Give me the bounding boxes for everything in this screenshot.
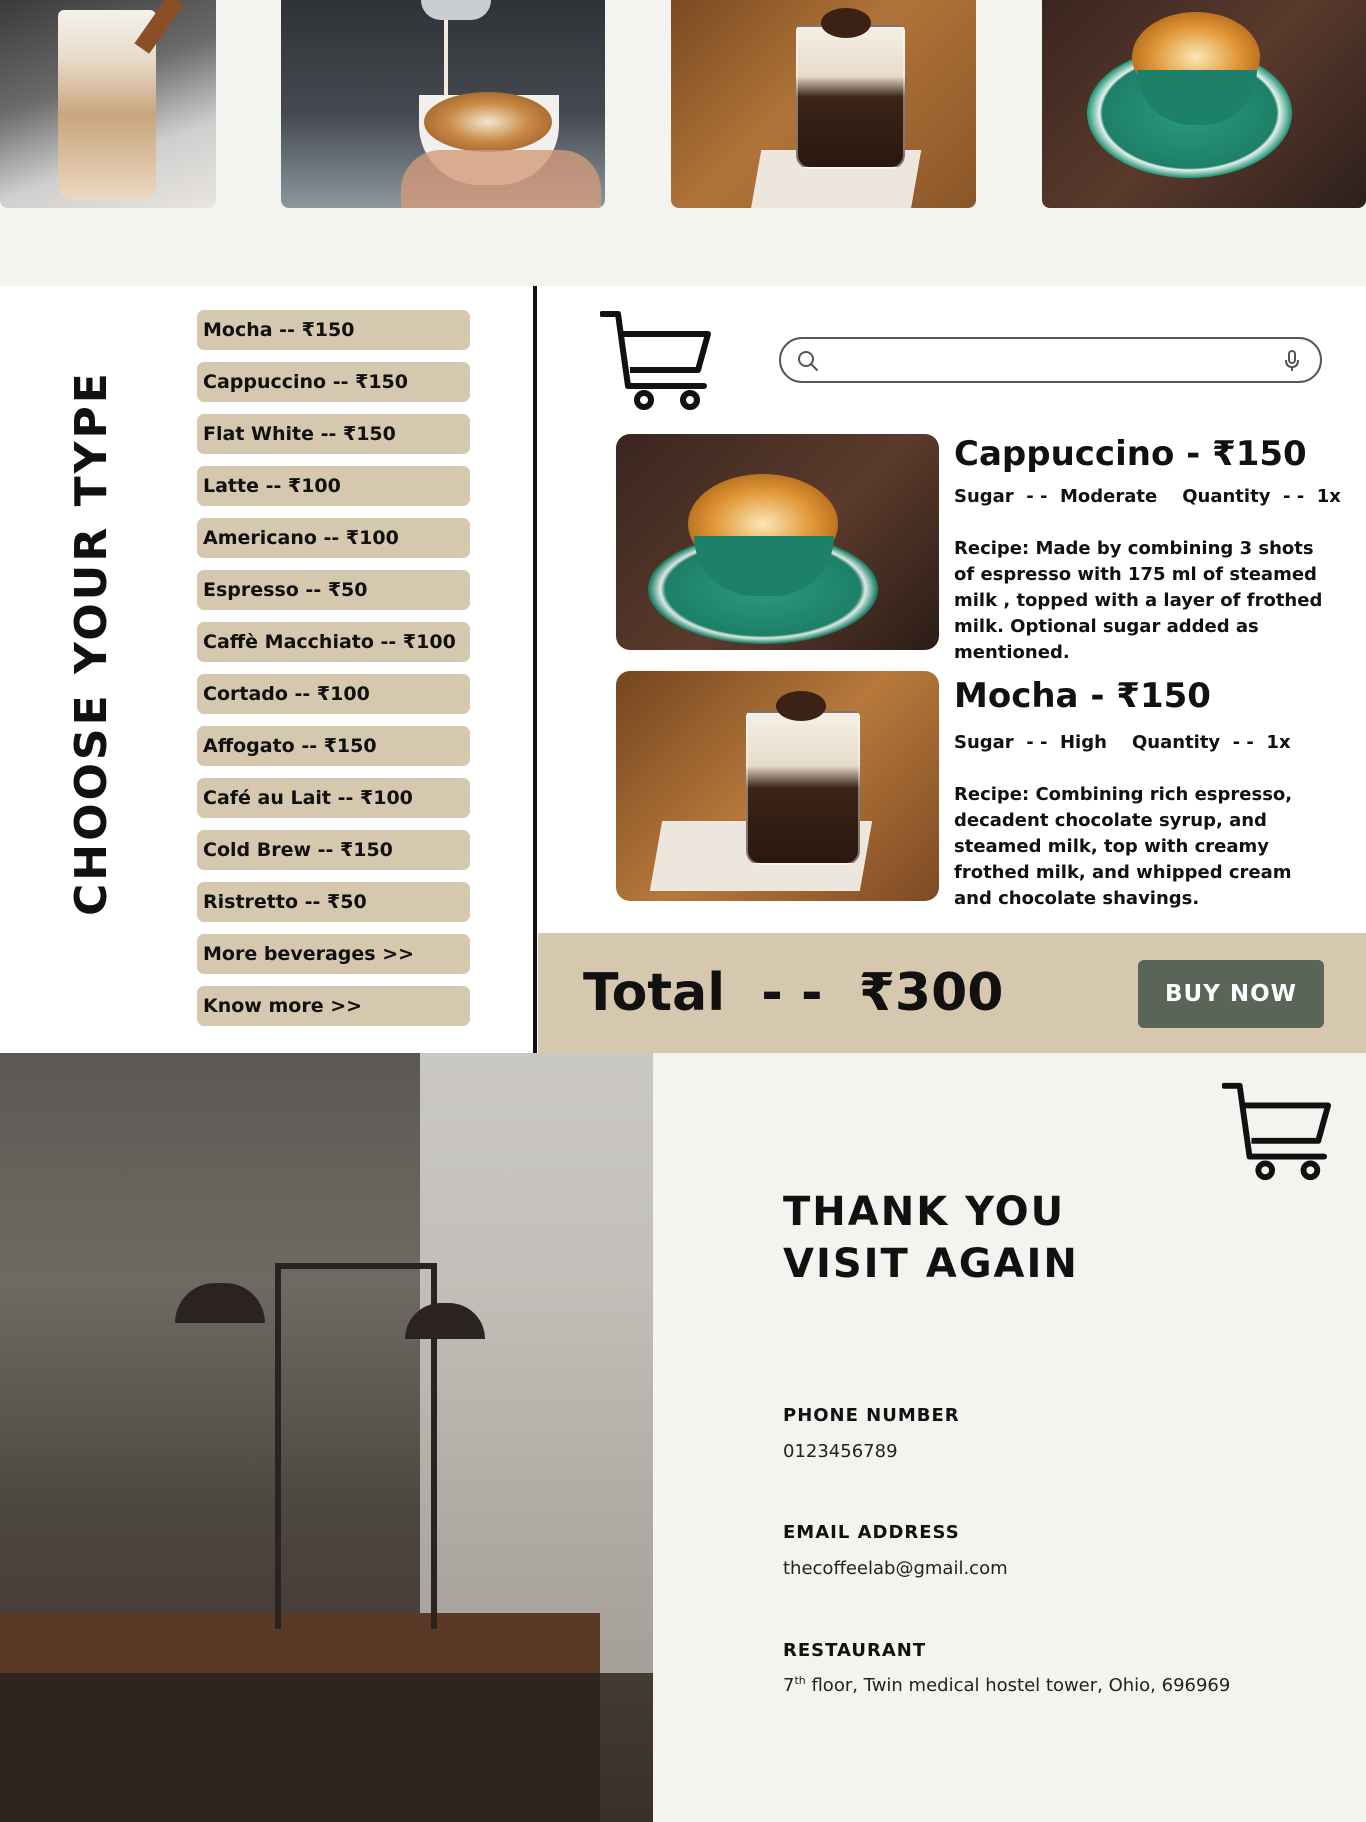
menu-item-flat-white[interactable]: Flat White -- ₹150	[197, 414, 470, 454]
menu-item-affogato[interactable]: Affogato -- ₹150	[197, 726, 470, 766]
menu-item-cafe-au-lait[interactable]: Café au Lait -- ₹100	[197, 778, 470, 818]
restaurant-label: RESTAURANT	[783, 1640, 927, 1661]
search-bar	[779, 337, 1322, 383]
menu-item-mocha[interactable]: Mocha -- ₹150	[197, 310, 470, 350]
menu-item-cappuccino[interactable]: Cappuccino -- ₹150	[197, 362, 470, 402]
mocha-photo	[671, 0, 976, 208]
menu-item-espresso[interactable]: Espresso -- ₹50	[197, 570, 470, 610]
cart-icon[interactable]	[1222, 1077, 1332, 1183]
order-recipe-cappuccino: Recipe: Made by combining 3 shots of esp…	[954, 538, 1323, 663]
total-bar: Total - - ₹300 BUY NOW	[538, 933, 1366, 1053]
cappuccino-order-image	[616, 434, 939, 650]
email-address[interactable]: thecoffeelab@gmail.com	[783, 1558, 1008, 1579]
order-title-mocha: Mocha - ₹150	[954, 676, 1211, 716]
order-title-cappuccino: Cappuccino - ₹150	[954, 434, 1307, 474]
menu-item-caffe-macchiato[interactable]: Caffè Macchiato -- ₹100	[197, 622, 470, 662]
cappuccino-photo	[1042, 0, 1366, 208]
menu-item-americano[interactable]: Americano -- ₹100	[197, 518, 470, 558]
coffee-gallery	[0, 0, 1366, 286]
restaurant-address: 7th floor, Twin medical hostel tower, Oh…	[783, 1674, 1231, 1696]
search-icon[interactable]	[797, 350, 819, 372]
know-more-link[interactable]: Know more >>	[197, 986, 470, 1026]
menu-item-cortado[interactable]: Cortado -- ₹100	[197, 674, 470, 714]
latte-photo	[0, 0, 216, 208]
mocha-order-image	[616, 671, 939, 901]
phone-number[interactable]: 0123456789	[783, 1441, 898, 1462]
microphone-icon[interactable]	[1283, 349, 1301, 373]
latte-art-pour-photo	[281, 0, 605, 208]
order-meta-mocha: Sugar - - High Quantity - - 1x	[954, 732, 1291, 753]
email-label: EMAIL ADDRESS	[783, 1522, 960, 1543]
cafe-interior-photo	[0, 1053, 653, 1822]
menu-item-ristretto[interactable]: Ristretto -- ₹50	[197, 882, 470, 922]
menu-item-cold-brew[interactable]: Cold Brew -- ₹150	[197, 830, 470, 870]
buy-now-button[interactable]: BUY NOW	[1138, 960, 1324, 1028]
menu-item-latte[interactable]: Latte -- ₹100	[197, 466, 470, 506]
search-input[interactable]	[831, 347, 1255, 375]
cart-icon[interactable]	[600, 308, 712, 410]
phone-label: PHONE NUMBER	[783, 1405, 960, 1426]
thank-you-heading: THANK YOU VISIT AGAIN	[783, 1189, 1079, 1287]
more-beverages-link[interactable]: More beverages >>	[197, 934, 470, 974]
order-recipe-mocha: Recipe: Combining rich espresso, decaden…	[954, 784, 1293, 909]
order-section: CHOOSE YOUR TYPE Mocha -- ₹150 Cappuccin…	[0, 286, 1366, 1053]
order-total: Total - - ₹300	[583, 963, 1004, 1023]
order-meta-cappuccino: Sugar - - Moderate Quantity - - 1x	[954, 486, 1341, 507]
section-divider	[533, 286, 537, 1053]
coffee-menu: Mocha -- ₹150 Cappuccino -- ₹150 Flat Wh…	[197, 310, 470, 1038]
